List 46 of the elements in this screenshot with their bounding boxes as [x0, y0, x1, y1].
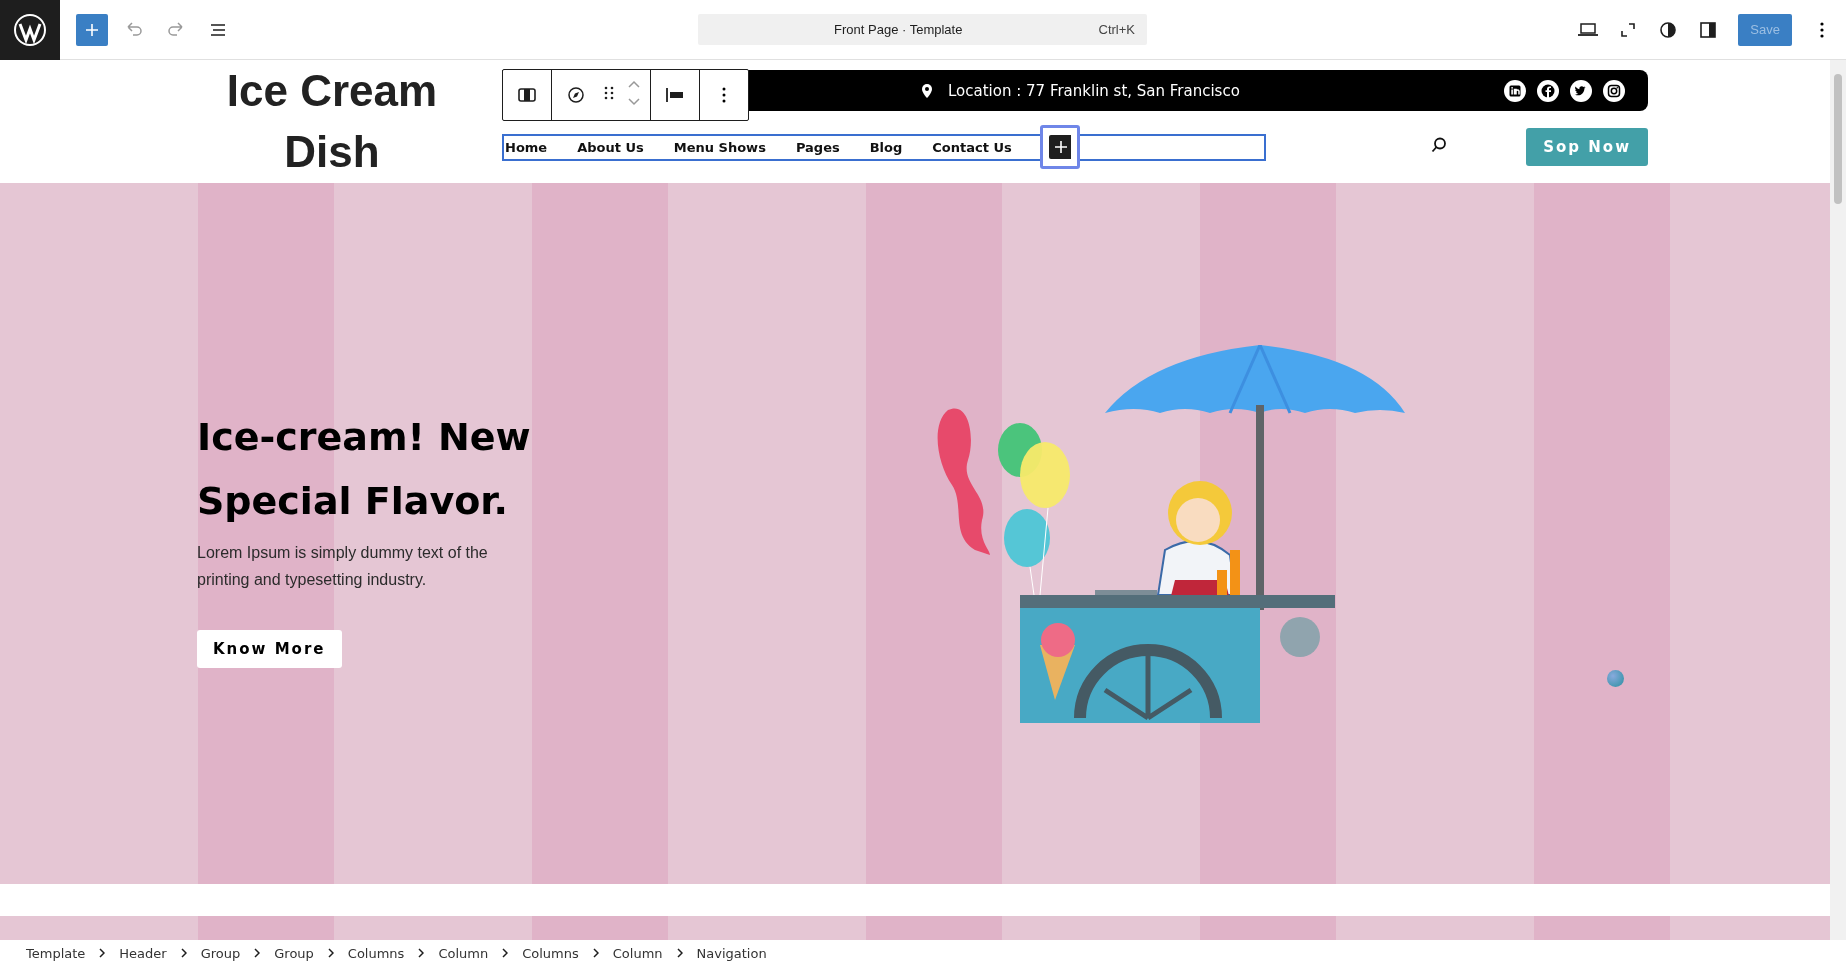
breadcrumb-link[interactable]: Columns — [522, 945, 579, 961]
fullscreen-icon — [1619, 20, 1638, 39]
laptop-icon — [1577, 20, 1600, 39]
chevron-icon — [592, 948, 599, 958]
add-block-button[interactable] — [1039, 125, 1080, 169]
know-more-button[interactable]: Know More — [197, 630, 342, 668]
instagram-icon — [1602, 78, 1626, 103]
breadcrumb-link[interactable]: Header — [119, 945, 167, 961]
hero-text: Lorem Ipsum is simply dummy text of the printing and typesetting industry. — [197, 543, 489, 590]
scrollbar[interactable] — [1830, 60, 1846, 940]
chevron-icon — [502, 948, 509, 958]
document-title: Front Page · Template — [833, 22, 964, 37]
chevron-icon — [180, 948, 187, 958]
plus-icon — [84, 21, 100, 38]
twitter-bird-icon — [1569, 78, 1593, 103]
nav-link[interactable]: Contact Us — [932, 139, 1012, 155]
contrast-icon — [1658, 19, 1679, 40]
breadcrumb-link[interactable]: Columns — [347, 945, 405, 961]
linkedin-icon — [1503, 78, 1527, 103]
keyboard-shortcut: Ctrl+K — [1098, 22, 1135, 37]
breadcrumb-link[interactable]: Group — [274, 945, 314, 961]
chevron-icon — [676, 948, 683, 958]
nav-link[interactable]: Pages — [795, 139, 840, 155]
nav-link[interactable]: About Us — [577, 139, 644, 155]
ball-icon — [1607, 670, 1624, 687]
location-pin-icon — [920, 82, 934, 99]
site-title: Ice Cream Dish — [225, 65, 439, 178]
breadcrumb-link[interactable]: Navigation — [696, 945, 767, 961]
chevron-icon — [99, 948, 106, 958]
breadcrumb-link[interactable]: Group — [200, 945, 241, 961]
nav-link[interactable]: Menu Shows — [673, 139, 766, 155]
plus-icon — [1048, 135, 1071, 159]
breadcrumb-link[interactable]: Template — [26, 945, 86, 961]
chevron-icon — [254, 948, 261, 958]
nav-link[interactable]: Home — [505, 139, 548, 155]
sidebar-icon — [1698, 19, 1719, 40]
hero-heading: Ice-cream! New Special Flavor. — [197, 414, 532, 525]
facebook-icon — [1536, 78, 1560, 103]
breadcrumb-link[interactable]: Column — [438, 945, 489, 961]
command-bar[interactable]: Front Page · Template Ctrl+K — [698, 14, 1147, 45]
chevron-icon — [418, 948, 425, 958]
wordpress-logo-icon[interactable] — [0, 0, 60, 60]
breadcrumb-link[interactable]: Column — [612, 945, 663, 961]
location-text: Location : 77 Franklin st, San Francisco — [948, 81, 1240, 100]
nav-link[interactable]: Blog — [869, 139, 903, 155]
chevron-icon — [327, 948, 334, 958]
